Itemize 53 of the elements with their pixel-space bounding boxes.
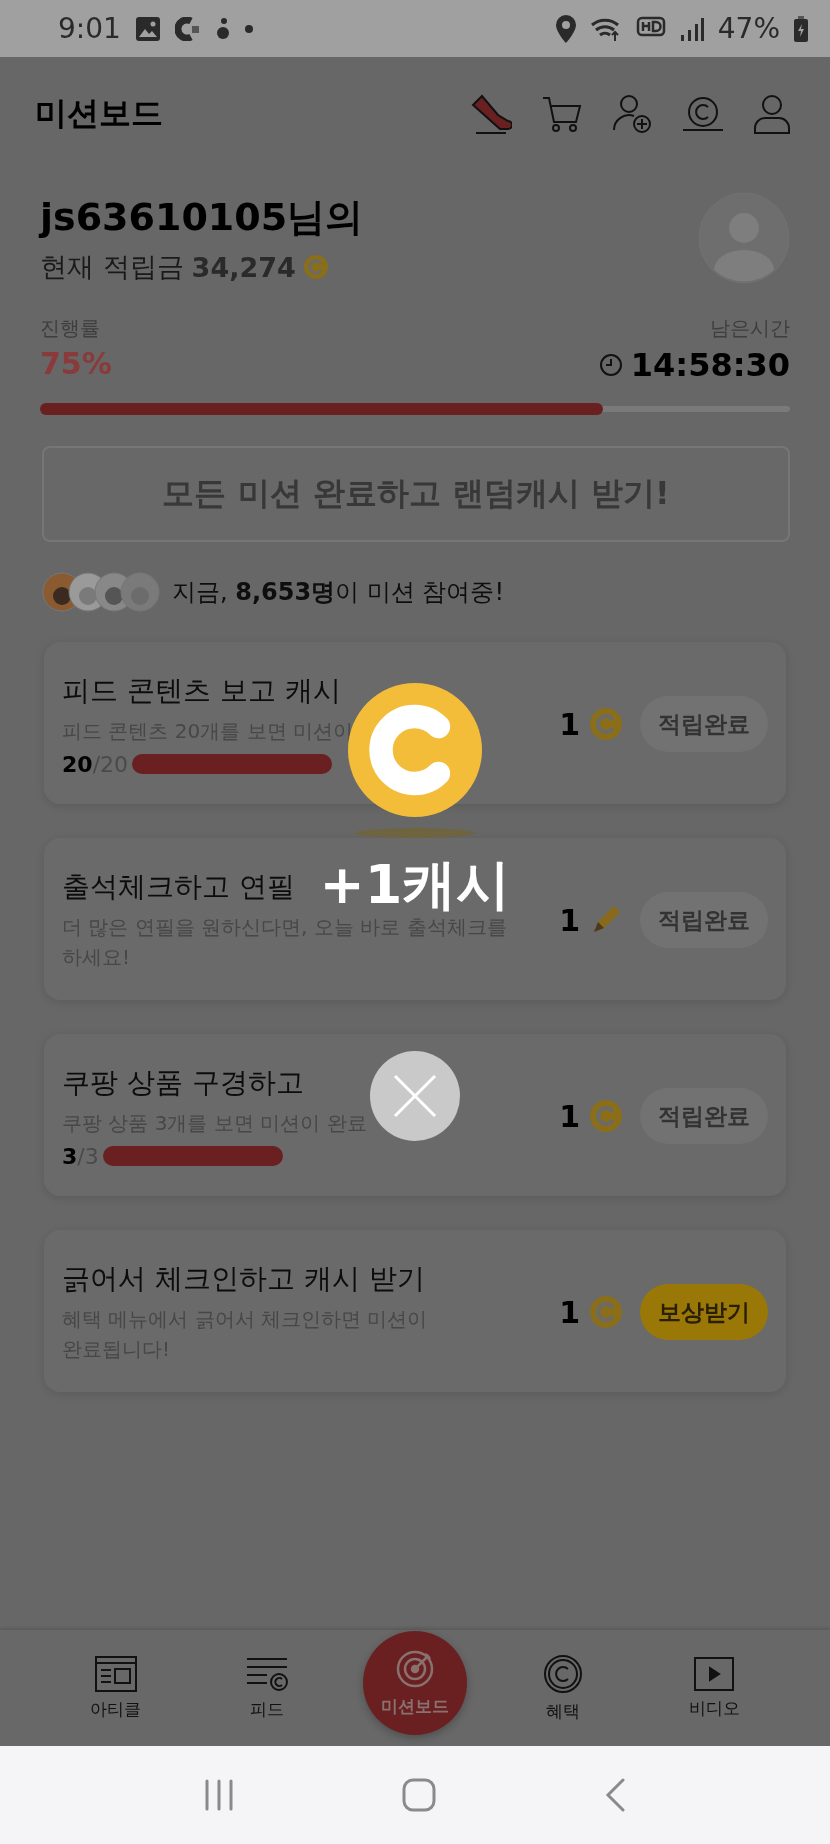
app-notification-icon [174,16,201,41]
back-icon[interactable] [604,1778,626,1812]
signal-icon [679,16,704,41]
mission-button[interactable]: 적립완료 [640,696,768,752]
feed-coin-icon [244,1655,289,1692]
coin-icon [590,1296,622,1328]
balance-amount: 34,274 [191,251,296,283]
remaining-time: 14:58:30 [630,346,790,384]
dot-icon [244,24,253,33]
battery-charging-icon [794,15,808,42]
battery-percent: 47% [717,12,780,45]
reward-amount: 1 [559,902,580,938]
profile-icon[interactable] [754,93,790,134]
app-notification-icon [214,15,231,42]
recent-apps-icon[interactable] [204,1779,234,1811]
sneaker-icon[interactable] [470,92,512,135]
mission-title: 출석체크하고 연필 [62,869,295,905]
reward-amount: 1 [559,1294,580,1330]
balance-label: 현재 적립금 [40,250,184,284]
close-icon [393,1074,437,1118]
image-icon [134,15,161,42]
coin-icon [348,683,482,817]
add-friend-icon[interactable] [612,93,652,134]
newspaper-icon [94,1655,137,1692]
reward-amount: 1 [559,706,580,742]
participants-text: 지금, 8,653명이 미션 참여중! [172,577,505,608]
mission-button[interactable]: 적립완료 [640,1088,768,1144]
clock-icon [598,353,623,377]
coin-icon[interactable] [682,95,724,132]
user-name: js63610105님의 [40,194,365,241]
coin-icon [543,1653,584,1694]
participant-avatar [120,572,160,612]
target-icon [394,1648,435,1689]
nav-tab[interactable]: 피드 [211,1655,322,1721]
video-icon [694,1656,735,1691]
mission-title: 쿠팡 상품 구경하고 [62,1064,304,1101]
status-time: 9:01 [58,12,121,45]
location-icon [555,14,576,43]
mission-button[interactable]: 적립완료 [640,892,768,948]
nav-tab[interactable]: 비디오 [659,1656,770,1720]
nav-tab[interactable]: 혜택 [508,1653,619,1723]
page-title: 미션보드 [35,92,164,134]
nav-tab[interactable]: 미션보드 [362,1631,467,1735]
mission-title: 긁어서 체크인하고 캐시 받기 [62,1261,425,1297]
coin-icon [590,1100,622,1132]
reward-popup-text: +1캐시 [319,858,511,912]
home-icon[interactable] [402,1778,436,1812]
coin-icon [303,255,328,279]
coin-icon [590,708,622,740]
mission-title: 피드 콘텐츠 보고 캐시 [62,672,341,709]
nav-tab[interactable]: 아티클 [60,1655,171,1721]
reward-amount: 1 [559,1098,580,1134]
mission-button[interactable]: 보상받기 [640,1284,768,1340]
